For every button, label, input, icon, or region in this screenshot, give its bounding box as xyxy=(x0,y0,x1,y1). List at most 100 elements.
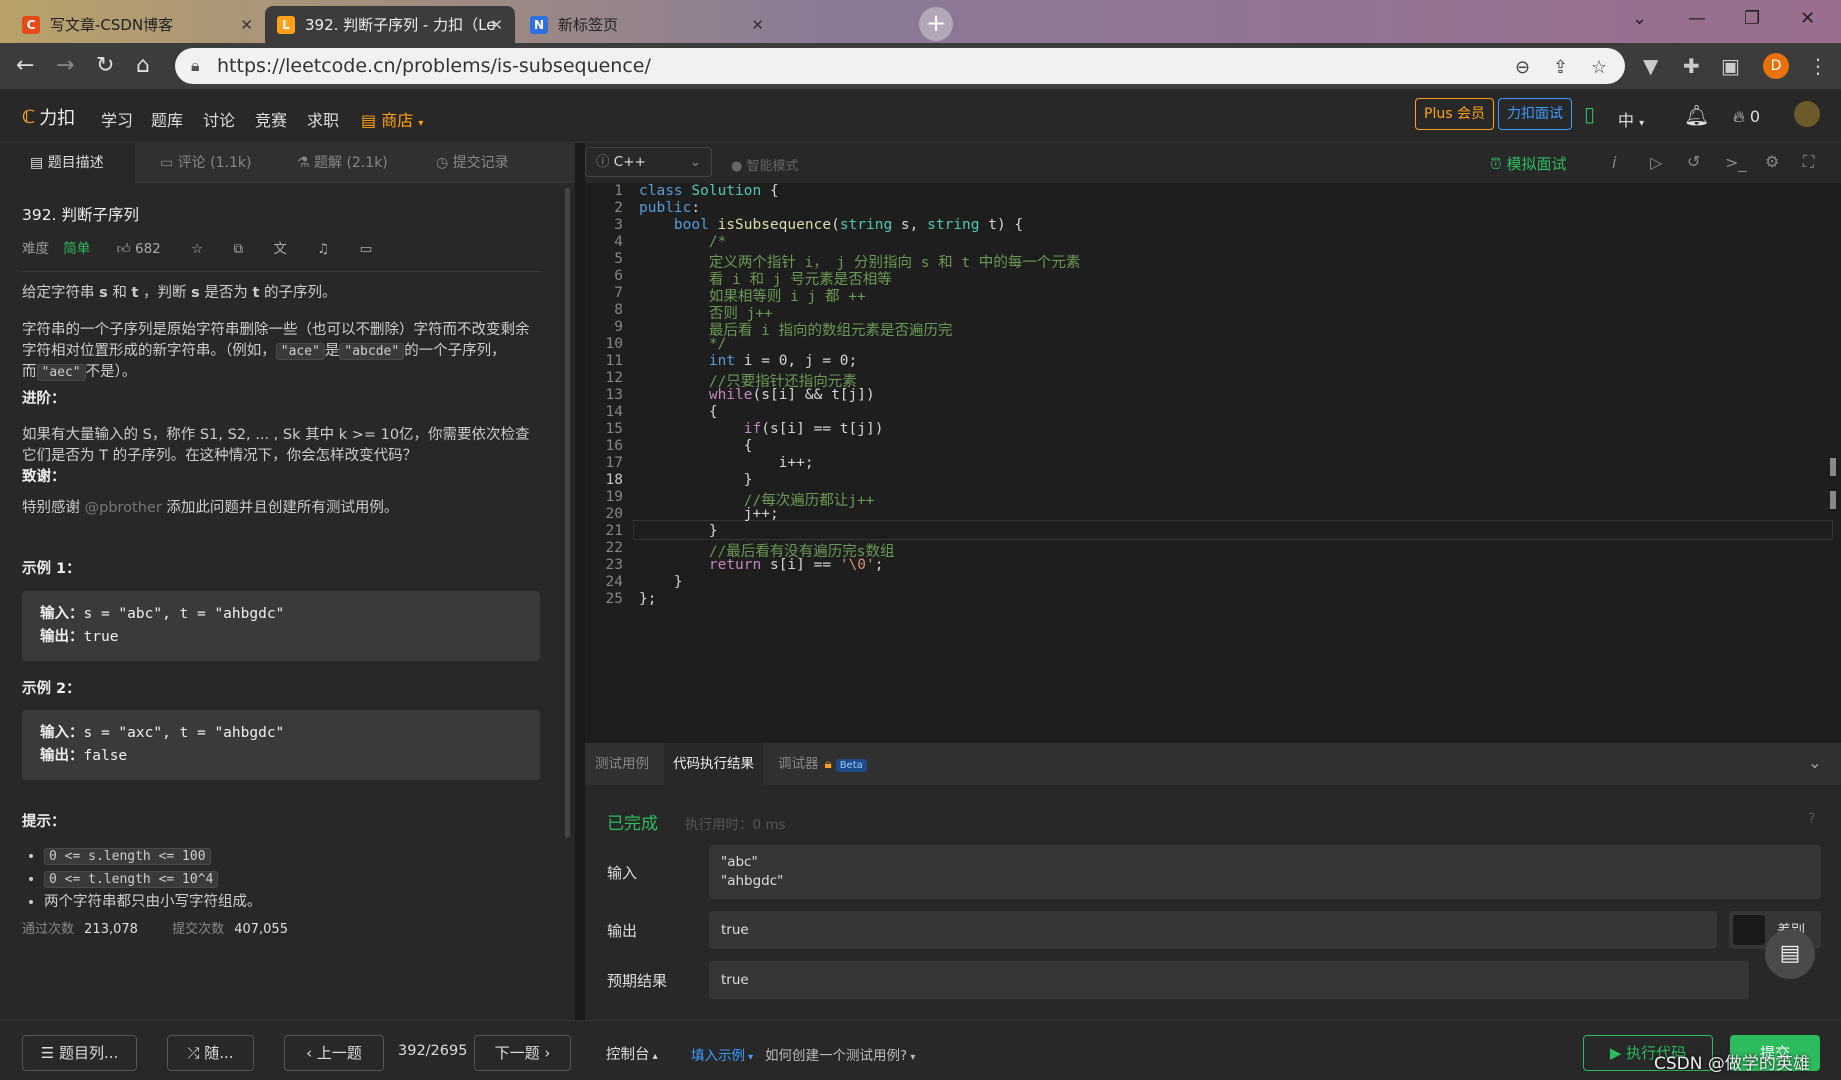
collapse-chevron-icon[interactable]: ⌄ xyxy=(1808,753,1821,772)
scrollbar-marker xyxy=(1830,491,1836,509)
browser-tab-leetcode[interactable]: L 392. 判断子序列 - 力扣（LeetCo ✕ xyxy=(265,6,515,43)
language-switch[interactable]: 中 ▾ xyxy=(1618,107,1644,131)
feedback-icon[interactable]: ▭ xyxy=(360,241,373,257)
nav-link-problems[interactable]: 题库 xyxy=(151,107,183,131)
interview-button[interactable]: 力扣面试 xyxy=(1498,98,1572,130)
user-link[interactable]: @pbrother xyxy=(85,500,162,516)
comment-icon: ▭ xyxy=(160,155,178,171)
help-icon[interactable]: ? xyxy=(1808,811,1815,827)
nav-link-learn[interactable]: 学习 xyxy=(101,107,133,131)
profile-avatar[interactable]: D xyxy=(1763,53,1789,79)
floating-note-icon[interactable]: ▤ xyxy=(1765,929,1815,979)
fullscreen-icon[interactable]: ⛶ xyxy=(1803,152,1814,172)
fill-example-button[interactable]: 填入示例 ▾ xyxy=(691,1044,753,1064)
plus-member-button[interactable]: Plus 会员 xyxy=(1415,98,1494,130)
star-icon[interactable]: ☆ xyxy=(191,241,203,257)
nav-link-store[interactable]: ▤ 商店 ▾ xyxy=(361,107,423,131)
text: 特别感谢 xyxy=(22,500,85,516)
close-icon[interactable]: ✕ xyxy=(490,16,503,34)
tab-submissions[interactable]: ◷ 提交记录 xyxy=(436,143,509,183)
browser-tab-newtab[interactable]: N 新标签页 ✕ xyxy=(518,6,776,43)
alarm-icon: ⏰︎ xyxy=(1490,155,1507,173)
text: 是 xyxy=(324,343,340,359)
browser-tab-bar: C 写文章-CSDN博客 ✕ L 392. 判断子序列 - 力扣（LeetCo … xyxy=(0,0,1841,43)
lock-icon: 🔒︎ xyxy=(824,756,832,772)
code-line: while(s[i] && t[j]) xyxy=(708,387,875,403)
share-icon[interactable]: ⧉ xyxy=(233,241,243,257)
tab-description[interactable]: ▤ 题目描述 xyxy=(0,143,135,183)
tab-testcase[interactable]: 测试用例 xyxy=(595,743,649,785)
terminal-icon[interactable]: >_ xyxy=(1725,153,1746,172)
lock-icon: 🔒︎ xyxy=(191,56,200,75)
settings-gear-icon[interactable]: ⚙ xyxy=(1765,152,1779,171)
side-panel-icon[interactable]: ▣ xyxy=(1721,54,1740,78)
label: 输入： xyxy=(40,606,84,622)
hints-heading: 提示： xyxy=(22,814,66,830)
prev-button[interactable]: ‹ 上一题 xyxy=(284,1035,384,1071)
tab-run-result[interactable]: 代码执行结果 xyxy=(664,743,763,785)
url-field[interactable]: 🔒︎ https://leetcode.cn/problems/is-subse… xyxy=(175,48,1625,84)
site-logo[interactable]: ℂ 力扣 xyxy=(22,104,75,130)
text: ，判断 xyxy=(138,285,192,301)
list-icon: ☰ xyxy=(40,1044,59,1062)
tab-solutions[interactable]: ⚗ 题解 (2.1k) xyxy=(297,143,388,183)
paragraph-intro: 给定字符串 s 和 t ，判断 s 是否为 t 的子序列。 xyxy=(22,283,542,304)
bookmark-star-icon[interactable]: ☆ xyxy=(1591,57,1607,78)
random-button[interactable]: ⤮ 随... xyxy=(167,1035,254,1071)
value: s = "axc", t = "ahbgdc" xyxy=(83,725,285,741)
scrollbar[interactable] xyxy=(565,188,570,838)
value: false xyxy=(83,748,128,764)
restore-icon[interactable]: ❐ xyxy=(1744,8,1760,29)
zoom-icon[interactable]: ⊖ xyxy=(1515,57,1530,78)
problem-title: 392. 判断子序列 xyxy=(22,206,139,224)
share-icon[interactable]: ⇪ xyxy=(1553,57,1568,78)
hints-list: 0 <= s.length <= 100 0 <= t.length <= 10… xyxy=(44,845,262,913)
extensions-puzzle-icon[interactable]: ✚ xyxy=(1683,54,1700,78)
console-toggle[interactable]: 控制台 ▴ xyxy=(606,1043,658,1064)
window-close-icon[interactable]: ✕ xyxy=(1800,8,1815,29)
tab-label: 题解 (2.1k) xyxy=(314,155,388,171)
accepted-count: 213,078 xyxy=(84,922,138,937)
tab-search-icon[interactable]: ⌄ xyxy=(1632,8,1647,29)
nav-link-discuss[interactable]: 讨论 xyxy=(203,107,235,131)
run-flag-icon[interactable]: ▷ xyxy=(1650,153,1662,172)
runtime: 执行用时：0 ms xyxy=(685,817,786,833)
close-icon[interactable]: ✕ xyxy=(751,16,764,34)
next-button[interactable]: 下一题 › xyxy=(474,1035,571,1071)
line-number: 12 xyxy=(605,370,623,386)
home-icon[interactable]: ⌂ xyxy=(136,53,150,78)
mock-interview-button[interactable]: ⏰︎ 模拟面试 xyxy=(1490,153,1566,174)
nav-link-jobs[interactable]: 求职 xyxy=(307,107,339,131)
code-lines[interactable]: 1 class Solution { 2 public: 3 bool isSubs… xyxy=(585,183,1841,743)
forward-icon[interactable]: → xyxy=(56,53,74,78)
new-tab-button[interactable]: + xyxy=(919,7,953,41)
advanced-text: 如果有大量输入的 S，称作 S1, S2, ... , Sk 其中 k >= 1… xyxy=(22,427,530,464)
points-count: 0 xyxy=(1749,107,1761,126)
reload-icon[interactable]: ↻ xyxy=(96,53,114,78)
translate-icon[interactable]: 文 xyxy=(273,241,287,257)
problem-list-button[interactable]: ☰ 题目列... xyxy=(22,1035,137,1071)
smart-mode-toggle[interactable]: ● 智能模式 xyxy=(731,155,799,174)
points-display[interactable]: 🔥︎ 0 xyxy=(1733,107,1760,127)
reset-icon[interactable]: ↺ xyxy=(1687,152,1700,171)
close-icon[interactable]: ✕ xyxy=(240,16,253,34)
user-avatar[interactable] xyxy=(1794,101,1820,127)
notification-bell-icon[interactable]: 🔔︎ xyxy=(1684,103,1709,127)
bell-icon[interactable]: ♫ xyxy=(317,241,329,257)
panel-resizer[interactable] xyxy=(575,143,585,1020)
menu-kebab-icon[interactable]: ⋮ xyxy=(1808,54,1828,78)
mock-interview-label: 模拟面试 xyxy=(1506,155,1567,173)
difficulty-label: 难度 xyxy=(22,241,49,257)
browser-tab-csdn[interactable]: C 写文章-CSDN博客 ✕ xyxy=(10,6,265,43)
like-icon[interactable]: 👍︎ xyxy=(117,241,131,257)
extension-v-icon[interactable]: ▼ xyxy=(1643,54,1658,78)
nav-link-contest[interactable]: 竞赛 xyxy=(255,107,287,131)
how-to-link[interactable]: 如何创建一个测试用例? ▾ xyxy=(765,1044,915,1064)
tab-comments[interactable]: ▭ 评论 (1.1k) xyxy=(160,143,251,183)
back-icon[interactable]: ← xyxy=(16,53,34,78)
info-i-icon[interactable]: i xyxy=(1612,153,1616,172)
tab-debugger[interactable]: 调试器 🔒︎ Beta xyxy=(778,743,867,785)
phone-icon[interactable]: ▯ xyxy=(1584,102,1595,126)
minimize-icon[interactable]: — xyxy=(1688,8,1706,29)
language-select[interactable]: ⓘ C++ ⌄ xyxy=(585,147,712,177)
